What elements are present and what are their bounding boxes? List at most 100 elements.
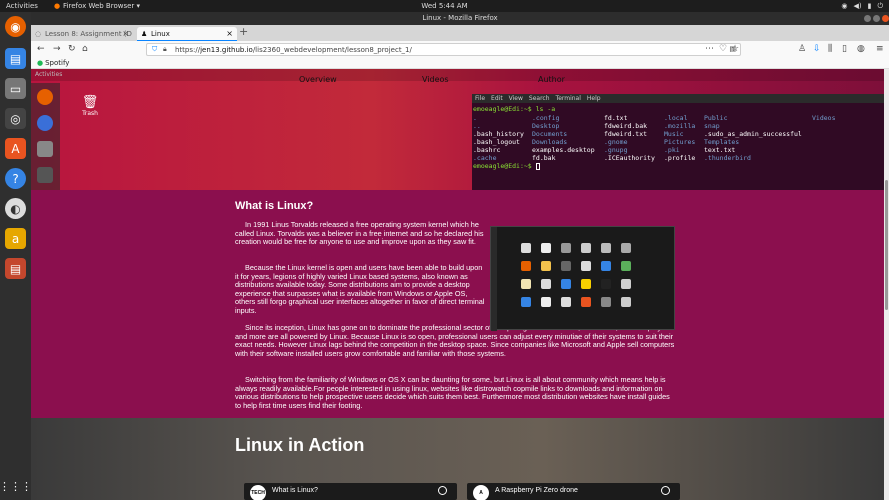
firefox-icon	[37, 89, 53, 105]
terminal-window: File Edit View Search Terminal Help emoe…	[472, 94, 884, 190]
close-window-button[interactable]	[882, 15, 889, 22]
nav-overview-link[interactable]: Overview	[299, 75, 337, 84]
section-title: What is Linux?	[235, 200, 314, 212]
gnome-top-panel: Activities ● Firefox Web Browser ▾ Wed 5…	[0, 0, 889, 12]
tab-linux[interactable]: ♟ Linux ×	[137, 27, 237, 41]
terminal-output: . .. .bash_history .bash_logout .bashrc …	[473, 114, 524, 162]
forward-icon[interactable]: →	[53, 44, 61, 54]
terminal-output: fd.txt fdweird.bak fdweird.txt .gnome .g…	[604, 114, 655, 162]
document-viewer-icon[interactable]: ▤	[5, 258, 26, 279]
terminal-menu-edit: Edit	[491, 95, 503, 102]
watch-later-icon[interactable]	[661, 486, 670, 495]
article-paragraph: In 1991 Linus Torvalds released a free o…	[235, 220, 484, 247]
terminal-cursor	[535, 162, 540, 170]
terminal-output: .local .mozilla Music Pictures .pki .pro…	[664, 114, 696, 162]
terminal-prompt-text: emoeagle@Edi:~$	[473, 162, 536, 170]
minimize-button[interactable]	[864, 15, 871, 22]
video-section-title: Linux in Action	[235, 435, 365, 455]
lock-icon[interactable]: 🔒︎	[163, 45, 167, 54]
ubuntu-dock: ◉ ▤ ▭ ◎ A ? ◐ a ▤ ⋮⋮⋮	[0, 12, 32, 500]
rhythmbox-icon[interactable]: ◎	[5, 108, 26, 129]
pocket-icon[interactable]: ♡	[719, 44, 727, 54]
terminal-line: emoeagle@Edi:~$ ls -a	[473, 105, 556, 113]
files-icon[interactable]: ▭	[5, 78, 26, 99]
nav-videos-link[interactable]: Videos	[422, 75, 449, 84]
page-icon: ♟	[141, 30, 148, 38]
trash-desktop-icon: 🗑︎ Trash	[79, 95, 101, 117]
firefox-icon[interactable]: ◉	[5, 16, 26, 37]
site-nav: Overview Videos Author	[31, 75, 884, 89]
help-icon[interactable]: ?	[5, 168, 26, 189]
app-grid	[521, 243, 633, 307]
downloads-icon[interactable]: ⇩	[813, 44, 821, 54]
firefox-icon: ●	[53, 2, 61, 10]
terminal-output: Videos	[812, 114, 836, 122]
app-menu-label: Firefox Web Browser ▾	[63, 2, 141, 10]
url-host: jen13.github.io	[200, 46, 253, 54]
bookmark-star-icon[interactable]: ☆	[731, 44, 739, 54]
tab-label: Lesson 8: Assignment (D	[45, 30, 132, 38]
video-title: What is Linux?	[272, 487, 318, 494]
page-icon: ◌	[35, 30, 42, 38]
terminal-menu-view: View	[508, 95, 523, 102]
tab-bar: ◌ Lesson 8: Assignment (D × ♟ Linux × +	[31, 25, 889, 41]
url-path: /lis2360_webdevelopment/lesson8_project_…	[252, 46, 412, 54]
video-card[interactable]: TECH What is Linux?	[244, 483, 457, 500]
spotify-icon: ●	[37, 59, 44, 67]
terminal-output: Public snap .sudo_as_admin_successful Te…	[704, 114, 802, 162]
terminal-menu-help: Help	[586, 95, 601, 102]
maximize-button[interactable]	[873, 15, 880, 22]
channel-logo: A	[473, 485, 489, 500]
rhythmbox-icon	[37, 167, 53, 183]
thumb-dock	[491, 227, 497, 331]
channel-logo: TECH	[250, 485, 266, 500]
files-icon	[37, 141, 53, 157]
close-tab-icon[interactable]: ×	[122, 29, 129, 38]
nav-author-link[interactable]: Author	[538, 75, 565, 84]
terminal-menu-file: File	[475, 95, 486, 102]
video-section-background	[31, 418, 884, 500]
power-icon: ⏻	[877, 2, 883, 10]
url-bar[interactable]: ⛉ 🔒︎ https://jen13.github.io/lis2360_web…	[146, 43, 741, 56]
back-icon[interactable]: ←	[37, 44, 45, 54]
tab-lesson8[interactable]: ◌ Lesson 8: Assignment (D ×	[31, 27, 133, 41]
menu-icon[interactable]: ≡	[876, 44, 884, 54]
amazon-icon[interactable]: a	[5, 228, 26, 249]
window-titlebar: Linux - Mozilla Firefox	[31, 12, 889, 25]
writer-icon[interactable]: ▤	[5, 48, 26, 69]
close-tab-icon[interactable]: ×	[226, 29, 233, 38]
system-tray[interactable]: ◉ ◀) ▮ ⏻	[841, 2, 883, 11]
shield-icon[interactable]: ⛉	[152, 45, 157, 54]
extension-icon[interactable]: ◍	[857, 44, 865, 54]
video-title: A Raspberry Pi Zero drone	[495, 487, 578, 494]
bookmark-spotify[interactable]: ● Spotify	[37, 59, 69, 67]
show-applications-icon[interactable]: ⋮⋮⋮	[0, 476, 32, 497]
dvd-icon[interactable]: ◐	[5, 198, 26, 219]
terminal-menu-search: Search	[528, 95, 550, 102]
bookmarks-toolbar: ● Spotify	[31, 58, 889, 69]
terminal-output: .config Desktop Documents Downloads exam…	[532, 114, 595, 162]
navigation-toolbar: ← → ↻ ⌂ ⛉ 🔒︎ https://jen13.github.io/lis…	[31, 41, 889, 58]
article-paragraph: Switching from the familiarity of Window…	[235, 375, 670, 410]
watch-later-icon[interactable]	[438, 486, 447, 495]
volume-icon: ◀)	[853, 2, 862, 10]
library-icon[interactable]: ⫼	[828, 44, 832, 54]
software-icon[interactable]: A	[5, 138, 26, 159]
thunderbird-icon	[37, 115, 53, 131]
reload-icon[interactable]: ↻	[68, 44, 76, 54]
sidebar-icon[interactable]: ▯	[842, 44, 847, 54]
home-icon[interactable]: ⌂	[82, 44, 88, 54]
wifi-icon: ◉	[841, 2, 848, 10]
video-card[interactable]: A A Raspberry Pi Zero drone	[467, 483, 680, 500]
app-menu[interactable]: ● Firefox Web Browser ▾	[54, 2, 140, 10]
web-page: Activities 🗑︎ Trash File Edit View Searc…	[31, 69, 884, 500]
hero-dock	[31, 83, 60, 190]
activities-button[interactable]: Activities	[6, 2, 38, 10]
terminal-menu-terminal: Terminal	[555, 95, 581, 102]
new-tab-button[interactable]: +	[239, 25, 255, 39]
account-icon[interactable]: ♙	[798, 44, 806, 54]
scrollbar-thumb[interactable]	[885, 180, 888, 310]
trash-label: Trash	[82, 110, 98, 117]
page-actions-icon[interactable]: ⋯	[705, 44, 714, 54]
tab-label: Linux	[151, 30, 170, 38]
